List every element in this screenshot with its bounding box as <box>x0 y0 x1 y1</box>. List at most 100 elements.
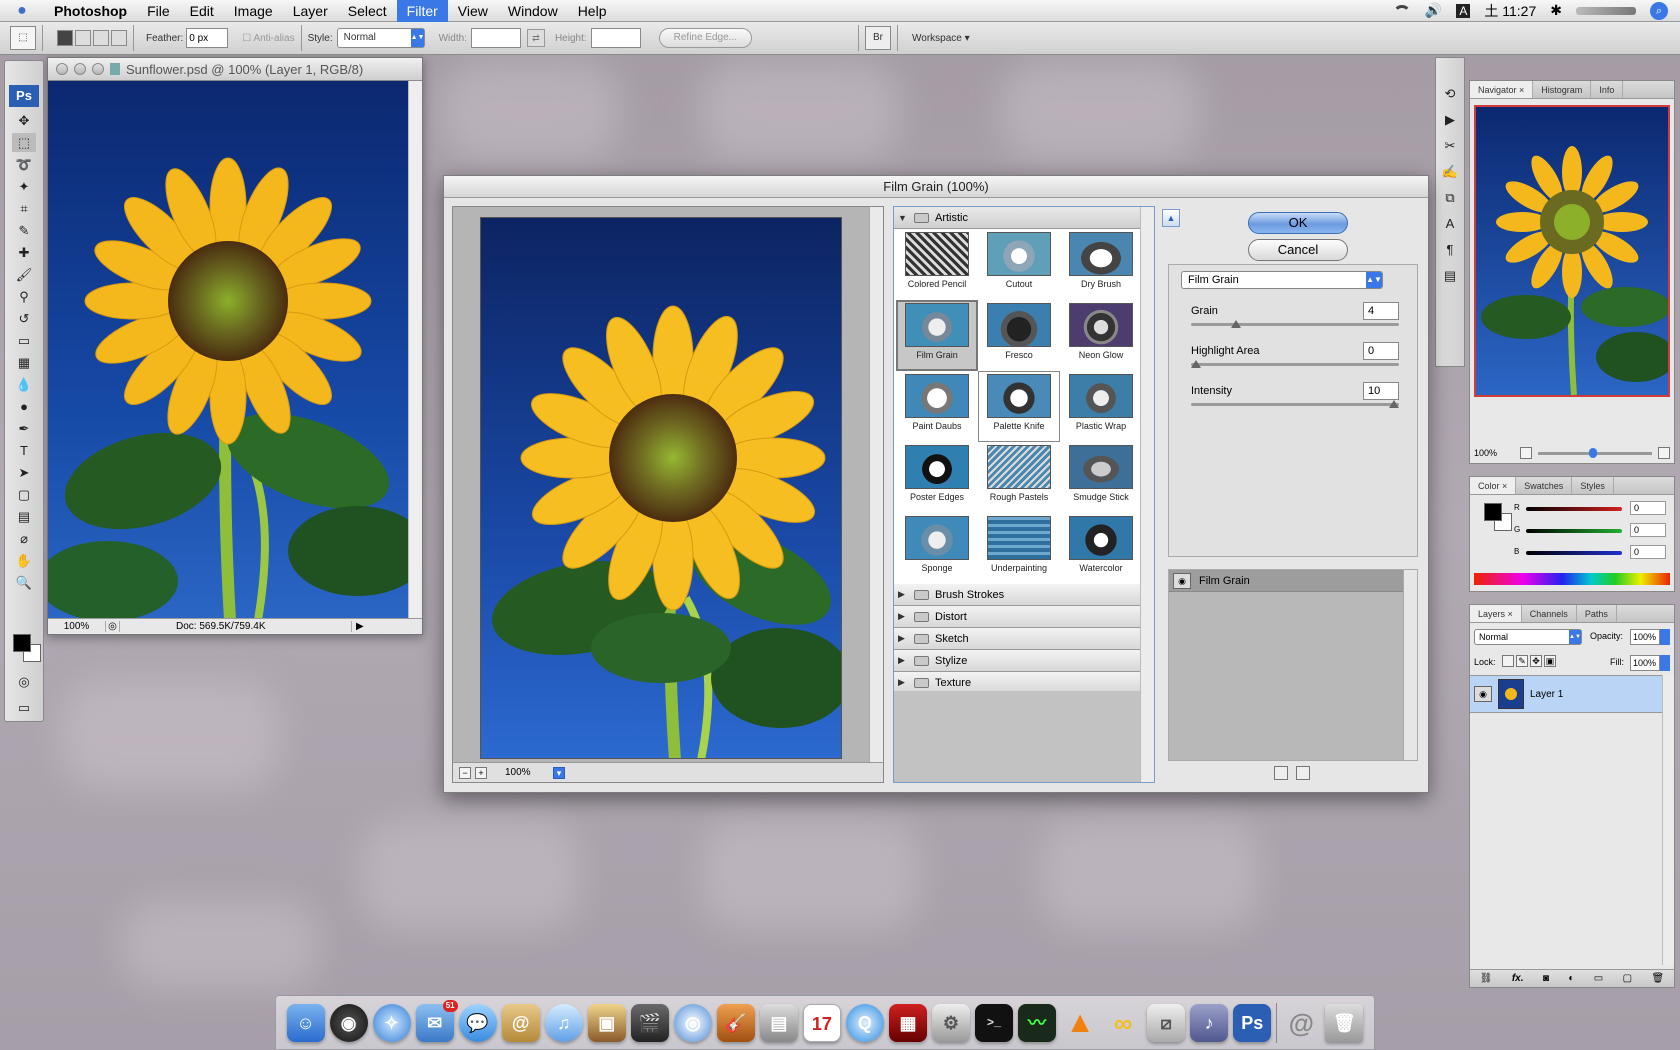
tool-presets-icon[interactable]: ✂ <box>1440 136 1460 156</box>
address-book-icon[interactable]: @ <box>501 1003 540 1042</box>
zoom-in-button[interactable]: + <box>475 766 487 779</box>
navigator-zoom-out-icon[interactable] <box>1520 447 1532 459</box>
thumb-poster-edges[interactable]: Poster Edges <box>896 442 978 513</box>
iphoto-icon[interactable]: ▣ <box>587 1003 626 1042</box>
thumb-colored-pencil[interactable]: Colored Pencil <box>896 229 978 300</box>
feather-input[interactable] <box>186 28 229 48</box>
thumb-rough-pastels[interactable]: Rough Pastels <box>978 442 1060 513</box>
menu-view[interactable]: View <box>448 0 498 22</box>
layers-scrollbar[interactable] <box>1662 675 1674 965</box>
slice-tool-icon[interactable]: ✎ <box>12 221 36 240</box>
ical-icon[interactable]: 17 <box>802 1003 841 1042</box>
tab-histogram[interactable]: Histogram <box>1533 81 1592 98</box>
downloads-stack-icon[interactable]: @ <box>1282 1004 1320 1042</box>
type-tool-icon[interactable]: T <box>12 441 36 460</box>
thumb-dry-brush[interactable]: Dry Brush <box>1060 229 1142 300</box>
actions-panel-icon[interactable]: ▶ <box>1440 110 1460 130</box>
garageband-icon[interactable]: 🎸 <box>716 1003 755 1042</box>
new-group-icon[interactable]: ▭ <box>1594 973 1603 984</box>
zoom-out-button[interactable]: − <box>459 766 471 779</box>
document-zoom[interactable]: 100% <box>48 621 106 632</box>
new-layer-icon[interactable]: ▢ <box>1623 973 1632 984</box>
lock-transparency-icon[interactable] <box>1502 655 1514 667</box>
preview-scrollbar[interactable] <box>869 207 883 782</box>
thumb-palette-knife[interactable]: Palette Knife <box>978 371 1060 442</box>
refine-edge-button[interactable]: Refine Edge... <box>658 28 753 48</box>
itunes-icon[interactable]: ♫ <box>544 1003 583 1042</box>
effect-layers-scrollbar[interactable] <box>1403 570 1417 760</box>
fill-arrow-icon[interactable] <box>1660 655 1670 671</box>
menu-window[interactable]: Window <box>498 0 568 22</box>
intensity-slider-knob[interactable] <box>1389 400 1399 408</box>
pen-tool-icon[interactable]: ✒ <box>12 419 36 438</box>
adjustment-layer-icon[interactable]: ◐ <box>1568 973 1574 984</box>
dodge-tool-icon[interactable]: ● <box>12 397 36 416</box>
filter-select[interactable]: Film Grain ▲▼ <box>1181 271 1383 289</box>
clone-stamp-icon[interactable]: ⚲ <box>12 287 36 306</box>
healing-brush-icon[interactable]: ✚ <box>12 243 36 262</box>
channel-r-slider[interactable] <box>1526 507 1622 511</box>
eye-icon[interactable]: ◉ <box>1173 572 1191 589</box>
clone-source-icon[interactable]: ⧉ <box>1440 188 1460 208</box>
navigator-zoom-knob[interactable] <box>1589 447 1598 458</box>
cancel-button[interactable]: Cancel <box>1248 239 1348 261</box>
swap-dimensions-icon[interactable]: ⇄ <box>526 29 545 47</box>
tab-styles[interactable]: Styles <box>1572 477 1614 494</box>
workspace-menu[interactable]: Workspace ▾ <box>912 33 970 44</box>
delete-effect-layer-icon[interactable] <box>1296 766 1310 780</box>
opacity-arrow-icon[interactable] <box>1660 629 1670 645</box>
safari-icon[interactable]: ✧ <box>372 1003 411 1042</box>
thumb-neon-glow[interactable]: Neon Glow <box>1060 300 1142 371</box>
category-artistic[interactable]: ▼ Artistic <box>894 207 1142 229</box>
preview-zoom-value[interactable]: 100% <box>505 767 549 778</box>
document-vertical-scrollbar[interactable] <box>408 81 422 620</box>
menu-help[interactable]: Help <box>568 0 617 22</box>
tab-layers[interactable]: Layers × <box>1470 605 1522 622</box>
document-title-bar[interactable]: Sunflower.psd @ 100% (Layer 1, RGB/8) <box>48 58 422 81</box>
channel-b-slider[interactable] <box>1526 551 1622 555</box>
status-menu-arrow-icon[interactable]: ▶ <box>356 621 364 632</box>
volume-icon[interactable]: 🔊 <box>1425 2 1442 19</box>
close-icon[interactable] <box>56 63 68 75</box>
height-input[interactable] <box>590 28 641 48</box>
spotlight-icon[interactable]: ⌕ <box>1650 1 1668 20</box>
color-spectrum-bar[interactable] <box>1474 573 1670 585</box>
intensity-slider-track[interactable] <box>1191 403 1399 406</box>
grain-input[interactable] <box>1363 302 1399 320</box>
document-canvas[interactable] <box>48 81 410 620</box>
menu-app-photoshop[interactable]: Photoshop <box>44 0 137 22</box>
thumb-fresco[interactable]: Fresco <box>978 300 1060 371</box>
intensity-input[interactable] <box>1363 382 1399 400</box>
activity-monitor-icon[interactable]: 〰 <box>1018 1003 1057 1042</box>
trash-icon[interactable]: 🗑 <box>1652 973 1665 984</box>
clock[interactable]: 土 11:27 <box>1484 1 1536 21</box>
zoom-icon[interactable] <box>92 63 104 75</box>
menu-filter[interactable]: Filter <box>396 0 448 22</box>
apple-menu-icon[interactable]: ● <box>0 2 44 20</box>
zoom-tool-icon[interactable]: 🔍 <box>12 573 36 592</box>
notes-tool-icon[interactable]: ▤ <box>12 507 36 526</box>
effect-layer-row[interactable]: ◉ Film Grain <box>1169 570 1403 592</box>
highlight-area-input[interactable] <box>1363 342 1399 360</box>
tab-paths[interactable]: Paths <box>1577 605 1617 622</box>
gradient-tool-icon[interactable]: ▦ <box>12 353 36 372</box>
menu-select[interactable]: Select <box>338 0 397 22</box>
hand-tool-icon[interactable]: ✋ <box>12 551 36 570</box>
thumb-smudge-stick[interactable]: Smudge Stick <box>1060 442 1142 513</box>
grapher-icon[interactable]: ⧄ <box>1147 1003 1186 1042</box>
ok-button[interactable]: OK <box>1248 212 1348 234</box>
tab-swatches[interactable]: Swatches <box>1516 477 1573 494</box>
eyedropper-icon[interactable]: ⌀ <box>12 529 36 548</box>
lasso-tool-icon[interactable]: ➰ <box>12 155 36 174</box>
fill-input[interactable]: 100% <box>1630 655 1660 671</box>
system-preferences-icon[interactable]: ⚙ <box>931 1003 970 1042</box>
character-panel-icon[interactable]: A <box>1440 214 1460 234</box>
paragraph-panel-icon[interactable]: ¶ <box>1440 240 1460 260</box>
magic-wand-icon[interactable]: ✦ <box>12 177 36 196</box>
move-tool-icon[interactable]: ✥ <box>12 111 36 130</box>
blur-tool-icon[interactable]: 💧 <box>12 375 36 394</box>
screen-mode-icon[interactable]: ▭ <box>12 698 36 717</box>
menu-edit[interactable]: Edit <box>180 0 224 22</box>
layer-row-layer-1[interactable]: ◉ Layer 1 <box>1470 675 1662 713</box>
grain-slider-track[interactable] <box>1191 323 1399 326</box>
